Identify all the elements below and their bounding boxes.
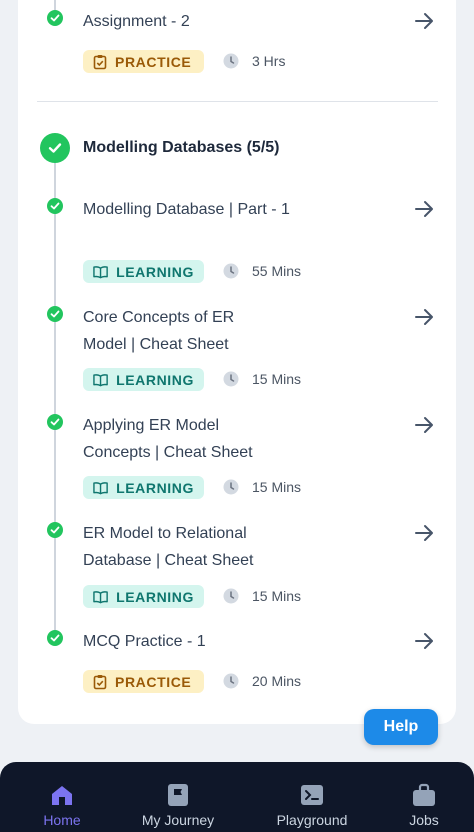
badge-label: PRACTICE <box>115 673 192 690</box>
open-book-icon <box>93 265 108 278</box>
arrow-right-icon[interactable] <box>412 521 436 545</box>
duration-text: 3 Hrs <box>252 53 286 69</box>
help-button[interactable]: Help <box>364 709 438 745</box>
clock-icon <box>223 479 239 495</box>
nav-item-home[interactable]: Home <box>12 762 112 832</box>
duration-text: 20 Mins <box>252 673 302 689</box>
badge-label: LEARNING <box>116 263 194 280</box>
arrow-right-icon[interactable] <box>412 629 436 653</box>
arrow-right-icon[interactable] <box>412 413 436 437</box>
arrow-right-icon[interactable] <box>412 197 436 221</box>
completed-check-icon <box>47 10 63 26</box>
item-title-applying-er-model[interactable]: Applying ER Model Concepts | Cheat Sheet <box>83 412 283 466</box>
badge-label: LEARNING <box>116 479 194 496</box>
terminal-icon <box>301 785 323 805</box>
completed-check-icon <box>47 306 63 322</box>
item-title-mcq-practice-1[interactable]: MCQ Practice - 1 <box>83 628 313 655</box>
journey-flag-icon <box>168 784 188 806</box>
duration-text: 15 Mins <box>252 371 302 387</box>
completed-check-icon <box>47 414 63 430</box>
item-title-modelling-database-part-1[interactable]: Modelling Database | Part - 1 <box>83 196 298 223</box>
open-book-icon <box>93 590 108 603</box>
nav-label: Home <box>43 812 81 828</box>
nav-item-playground[interactable]: Playground <box>262 762 362 832</box>
item-title-core-concepts-er-model[interactable]: Core Concepts of ER Model | Cheat Sheet <box>83 304 273 358</box>
clipboard-check-icon <box>93 54 107 69</box>
learning-badge: LEARNING <box>83 368 204 391</box>
section-title[interactable]: Modelling Databases (5/5) <box>83 139 280 157</box>
briefcase-icon <box>413 783 435 806</box>
learning-badge: LEARNING <box>83 585 204 608</box>
open-book-icon <box>93 373 108 386</box>
home-icon <box>52 786 72 805</box>
duration-text: 15 Mins <box>252 588 302 604</box>
clipboard-check-icon <box>93 674 107 689</box>
nav-label: My Journey <box>141 812 215 828</box>
nav-label: Jobs <box>409 812 439 828</box>
clock-icon <box>223 371 239 387</box>
section-completed-icon <box>40 133 70 163</box>
course-content-card <box>18 0 456 724</box>
timeline-line <box>54 163 56 633</box>
badge-label: LEARNING <box>116 588 194 605</box>
completed-check-icon <box>47 198 63 214</box>
learning-badge: LEARNING <box>83 476 204 499</box>
badge-label: LEARNING <box>116 371 194 388</box>
learning-badge: LEARNING <box>83 260 204 283</box>
open-book-icon <box>93 481 108 494</box>
clock-icon <box>223 263 239 279</box>
nav-label: Playground <box>276 812 348 828</box>
duration-text: 15 Mins <box>252 479 302 495</box>
item-title-assignment-2[interactable]: Assignment - 2 <box>83 8 313 35</box>
nav-item-my-journey[interactable]: My Journey <box>128 762 228 832</box>
practice-badge: PRACTICE <box>83 670 204 693</box>
section-divider <box>37 101 438 102</box>
duration-text: 55 Mins <box>252 263 302 279</box>
completed-check-icon <box>47 630 63 646</box>
item-title-er-model-to-relational[interactable]: ER Model to Relational Database | Cheat … <box>83 520 283 574</box>
clock-icon <box>223 588 239 604</box>
clock-icon <box>223 53 239 69</box>
completed-check-icon <box>47 522 63 538</box>
clock-icon <box>223 673 239 689</box>
arrow-right-icon[interactable] <box>412 305 436 329</box>
bottom-nav-bar: Home My Journey Playground Jobs <box>0 762 474 832</box>
arrow-right-icon[interactable] <box>412 9 436 33</box>
badge-label: PRACTICE <box>115 53 192 70</box>
practice-badge: PRACTICE <box>83 50 204 73</box>
nav-item-jobs[interactable]: Jobs <box>374 762 474 832</box>
